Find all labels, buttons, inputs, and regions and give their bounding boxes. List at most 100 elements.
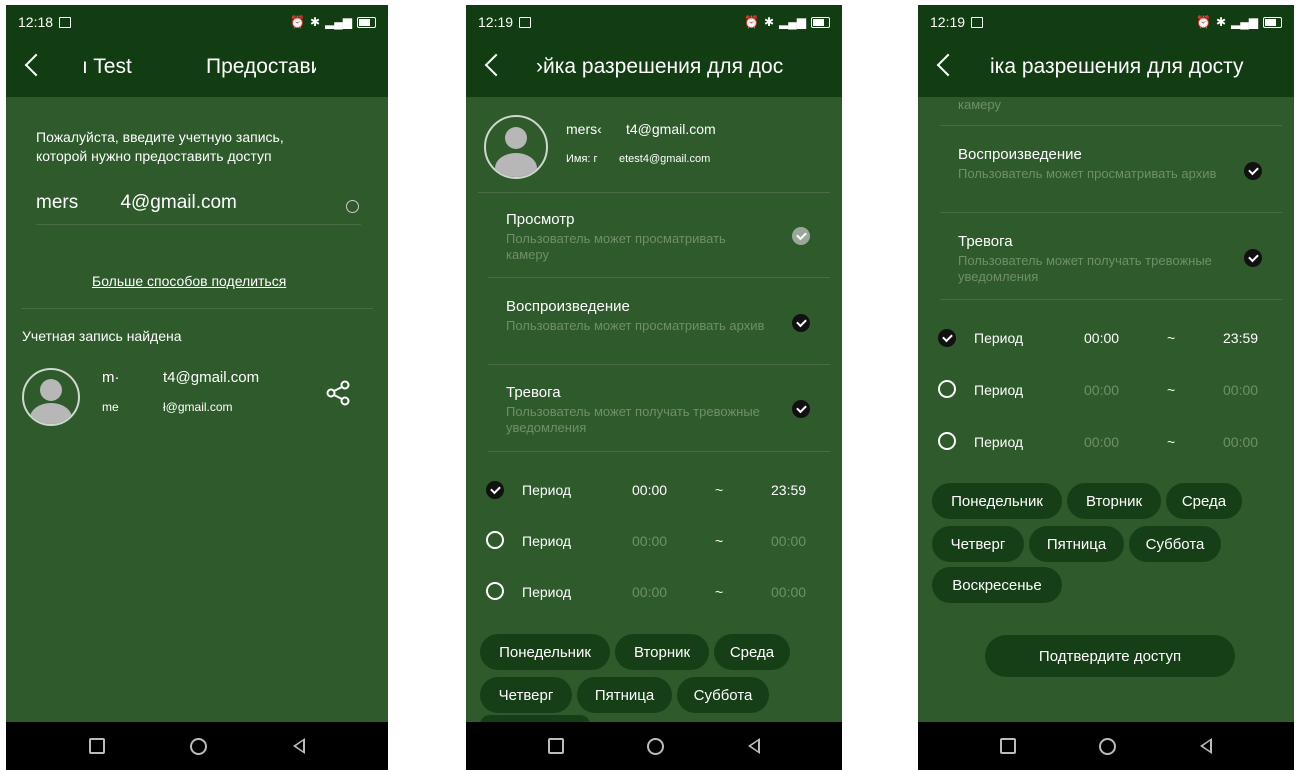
home-icon[interactable] bbox=[1099, 737, 1117, 755]
instruction-text: Пожалуйста, введите учетную запись, кото… bbox=[36, 129, 284, 164]
user-name-label: Имя: г bbox=[566, 153, 598, 165]
title-bar: іка разрешения для досту bbox=[918, 39, 1294, 97]
title-bar: ›йка разрешения для дос bbox=[466, 39, 842, 97]
day-friday-chip[interactable]: Пятница bbox=[577, 677, 672, 713]
bluetooth-icon: ✱ bbox=[309, 15, 321, 29]
permission-playback-desc: Пользователь может просматривать архив bbox=[958, 166, 1217, 181]
day-saturday-chip[interactable]: Суббота bbox=[1129, 526, 1221, 562]
period-1-end[interactable]: 23:59 bbox=[1223, 330, 1258, 346]
permission-alarm-desc: Пользователь может получать тревожные ув… bbox=[506, 404, 760, 435]
period-3-separator: ~ bbox=[1167, 434, 1176, 450]
permission-view-title: Просмотр bbox=[506, 211, 575, 228]
permission-playback-desc: Пользователь может просматривать архив bbox=[506, 318, 765, 333]
signal-icon: ▂▄▆ bbox=[325, 15, 352, 29]
period-2-radio[interactable] bbox=[938, 380, 956, 398]
day-thursday-chip[interactable]: Четверг bbox=[932, 526, 1024, 562]
bluetooth-icon: ✱ bbox=[763, 15, 775, 29]
user-email: t4@gmail.com bbox=[626, 121, 716, 137]
home-icon[interactable] bbox=[647, 737, 665, 755]
period-3-start[interactable]: 00:00 bbox=[632, 584, 667, 600]
permission-view-desc: Пользователь может просматривать камеру bbox=[506, 231, 726, 262]
home-icon[interactable] bbox=[190, 737, 208, 755]
period-3-label: Период bbox=[522, 584, 572, 600]
page-title: Предостави bbox=[206, 55, 316, 78]
status-bar: 12:19 ⏰ ✱ ▂▄▆ bbox=[466, 5, 842, 39]
period-1-separator: ~ bbox=[1167, 330, 1176, 346]
permission-playback-title: Воспроизведение bbox=[506, 298, 630, 315]
search-icon[interactable] bbox=[346, 200, 359, 213]
period-1-radio[interactable] bbox=[486, 481, 504, 499]
signal-icon: ▂▄▆ bbox=[779, 15, 806, 29]
period-1-radio[interactable] bbox=[938, 329, 956, 347]
recents-icon[interactable] bbox=[88, 738, 105, 754]
day-thursday-chip[interactable]: Четверг bbox=[480, 677, 572, 713]
alarm-icon: ⏰ bbox=[744, 15, 759, 29]
period-3-end[interactable]: 00:00 bbox=[771, 584, 806, 600]
permission-playback-checkbox[interactable] bbox=[792, 314, 810, 332]
period-2-radio[interactable] bbox=[486, 531, 504, 549]
more-ways-link[interactable]: Больше способов поделиться bbox=[92, 273, 286, 289]
permission-playback-title: Воспроизведение bbox=[958, 146, 1082, 163]
screen-permission-settings: 12:19 ⏰ ✱ ▂▄▆ ›йка разрешения для дос mers… bbox=[466, 5, 842, 770]
account-input[interactable]: mers 4@gmail.com bbox=[36, 192, 361, 225]
signal-icon: ▂▄▆ bbox=[1231, 15, 1258, 29]
page-title: ›йка разрешения для дос bbox=[536, 55, 784, 78]
found-account-name-prefix: me bbox=[102, 400, 119, 414]
period-3-start[interactable]: 00:00 bbox=[1084, 434, 1119, 450]
period-1-start[interactable]: 00:00 bbox=[1084, 330, 1119, 346]
system-nav-bar bbox=[6, 722, 388, 770]
battery-icon bbox=[811, 16, 830, 28]
back-nav-icon[interactable] bbox=[748, 738, 761, 754]
day-monday-chip[interactable]: Понедельник bbox=[480, 634, 610, 670]
day-friday-chip[interactable]: Пятница bbox=[1029, 526, 1124, 562]
permission-alarm-checkbox[interactable] bbox=[1244, 249, 1262, 267]
period-3-radio[interactable] bbox=[486, 582, 504, 600]
back-nav-icon[interactable] bbox=[293, 738, 306, 754]
day-wednesday-chip[interactable]: Среда bbox=[1166, 483, 1242, 519]
period-1-end[interactable]: 23:59 bbox=[771, 482, 806, 498]
permission-view-checkbox[interactable] bbox=[792, 227, 810, 245]
day-wednesday-chip[interactable]: Среда bbox=[714, 634, 790, 670]
confirm-access-button[interactable]: Подтвердите доступ bbox=[985, 635, 1235, 677]
permission-alarm-checkbox[interactable] bbox=[792, 400, 810, 418]
day-monday-chip[interactable]: Понедельник bbox=[932, 483, 1062, 519]
period-2-end[interactable]: 00:00 bbox=[771, 533, 806, 549]
day-saturday-chip[interactable]: Суббота bbox=[677, 677, 769, 713]
period-1-label: Период bbox=[522, 482, 572, 498]
period-2-start[interactable]: 00:00 bbox=[632, 533, 667, 549]
permission-alarm-title: Тревога bbox=[506, 384, 561, 401]
period-1-label: Период bbox=[974, 330, 1024, 346]
back-nav-icon[interactable] bbox=[1200, 738, 1213, 754]
status-time: 12:19 bbox=[930, 14, 966, 30]
back-arrow-icon[interactable] bbox=[484, 53, 508, 77]
battery-icon bbox=[357, 16, 376, 28]
period-3-end[interactable]: 00:00 bbox=[1223, 434, 1258, 450]
period-2-separator: ~ bbox=[1167, 382, 1176, 398]
permission-playback-checkbox[interactable] bbox=[1244, 162, 1262, 180]
found-account-prefix: m· bbox=[102, 369, 120, 386]
period-2-label: Период bbox=[522, 533, 572, 549]
recents-icon[interactable] bbox=[999, 738, 1016, 754]
title-bar: ı Test Предостави bbox=[6, 39, 388, 97]
status-bar: 12:19 ⏰ ✱ ▂▄▆ bbox=[918, 5, 1294, 39]
alarm-icon: ⏰ bbox=[290, 15, 305, 29]
day-tuesday-chip[interactable]: Вторник bbox=[1067, 483, 1161, 519]
user-email-prefix: mers‹ bbox=[566, 121, 602, 137]
avatar bbox=[22, 368, 80, 426]
period-2-separator: ~ bbox=[715, 533, 724, 549]
back-arrow-icon[interactable] bbox=[936, 53, 960, 77]
screen-permission-settings-scrolled: 12:19 ⏰ ✱ ▂▄▆ іка разрешения для досту кам… bbox=[918, 5, 1294, 770]
day-tuesday-chip[interactable]: Вторник bbox=[615, 634, 709, 670]
avatar bbox=[484, 115, 548, 179]
period-3-radio[interactable] bbox=[938, 432, 956, 450]
period-2-end[interactable]: 00:00 bbox=[1223, 382, 1258, 398]
cut-off-desc: камеру bbox=[958, 97, 1001, 112]
share-icon[interactable] bbox=[326, 380, 352, 406]
recents-icon[interactable] bbox=[547, 738, 564, 754]
page-title: іка разрешения для досту bbox=[990, 55, 1244, 78]
day-sunday-chip[interactable]: Воскресенье bbox=[932, 567, 1062, 603]
period-2-start[interactable]: 00:00 bbox=[1084, 382, 1119, 398]
period-2-label: Период bbox=[974, 382, 1024, 398]
back-arrow-icon[interactable] bbox=[24, 53, 48, 77]
period-1-start[interactable]: 00:00 bbox=[632, 482, 667, 498]
